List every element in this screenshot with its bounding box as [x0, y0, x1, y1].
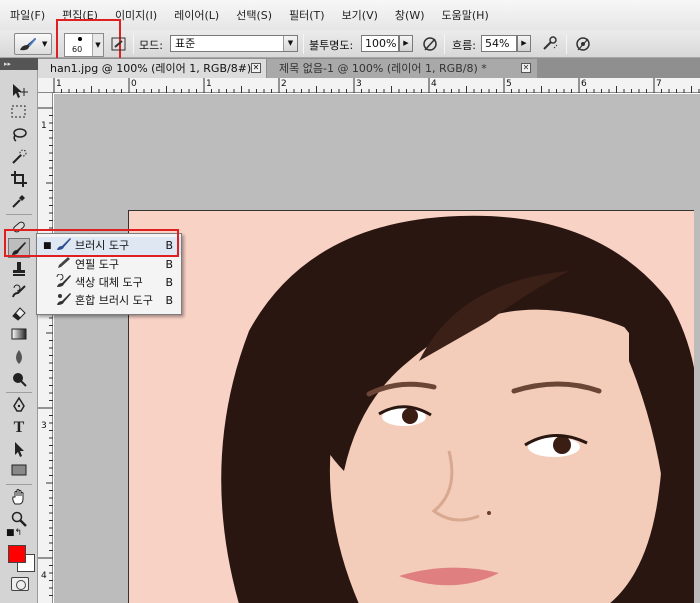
- menu-help[interactable]: 도움말(H): [442, 7, 489, 23]
- flyout-item-mixer-brush-tool[interactable]: 혼합 브러시 도구 B: [37, 292, 181, 310]
- ruler-label: 5: [506, 79, 512, 89]
- ruler-label: 1: [41, 121, 47, 131]
- toolbox-separator: [6, 484, 32, 485]
- ruler-label: 2: [281, 79, 287, 89]
- ruler-label: 6: [581, 79, 587, 89]
- ruler-label: 1: [56, 79, 62, 89]
- ruler-ticks: [53, 78, 700, 93]
- tab-title: han1.jpg @ 100% (레이어 1, RGB/8#) *: [50, 62, 261, 75]
- brush-icon: [20, 38, 36, 51]
- move-tool-icon[interactable]: [8, 82, 30, 102]
- ruler-label: 3: [41, 421, 47, 431]
- pen-tool-icon[interactable]: [8, 396, 30, 416]
- default-colors-icon[interactable]: ■↰: [6, 528, 22, 538]
- tab-untitled-1[interactable]: 제목 없음-1 @ 100% (레이어 1, RGB/8) * ✕: [267, 59, 537, 78]
- flow-label: 흐름:: [452, 39, 476, 52]
- mode-value: 표준: [175, 37, 196, 50]
- eyedropper-tool-icon[interactable]: [8, 192, 30, 212]
- hand-tool-icon[interactable]: [8, 488, 30, 508]
- mixer-brush-icon: [55, 292, 73, 312]
- mode-select[interactable]: 표준 ▼: [170, 35, 298, 52]
- horizontal-ruler: 1 0 1 2 3 4 5 6 7: [38, 78, 700, 93]
- pressure-size-icon[interactable]: [574, 35, 592, 53]
- menu-file[interactable]: 파일(F): [10, 7, 45, 23]
- rectangle-tool-icon[interactable]: [8, 462, 30, 482]
- path-selection-tool-icon[interactable]: [8, 440, 30, 460]
- flow-value: 54%: [485, 37, 510, 50]
- opacity-value: 100%: [365, 37, 397, 50]
- flyout-item-color-replacement-tool[interactable]: 색상 대체 도구 B: [37, 273, 181, 294]
- menu-layer[interactable]: 레이어(L): [174, 7, 219, 23]
- menu-image[interactable]: 이미지(I): [115, 7, 157, 23]
- tab-title: 제목 없음-1 @ 100% (레이어 1, RGB/8) *: [279, 62, 487, 75]
- ruler-label: 1: [206, 79, 212, 89]
- tool-preset-picker[interactable]: ▼: [14, 33, 52, 55]
- marquee-tool-icon[interactable]: [8, 104, 30, 124]
- menu-filter[interactable]: 필터(T): [289, 7, 325, 23]
- chevron-down-icon: ▼: [283, 36, 297, 51]
- separator: [303, 34, 304, 54]
- flow-slider-button[interactable]: ▶: [517, 35, 531, 52]
- pencil-icon: [55, 256, 73, 276]
- portrait-photo: [129, 211, 694, 603]
- mode-label: 모드:: [139, 39, 163, 52]
- blur-tool-icon[interactable]: [8, 348, 30, 368]
- vertical-ruler: 1 2 3 4: [38, 93, 53, 603]
- flyout-item-shortcut: B: [165, 294, 173, 307]
- toolbox: ▸▸ T ■↰: [0, 58, 38, 603]
- brush-panel-toggle-icon[interactable]: [111, 36, 127, 52]
- pressure-opacity-icon[interactable]: [421, 35, 439, 53]
- toolbox-separator: [6, 392, 32, 393]
- ruler-label: 4: [41, 571, 47, 581]
- quick-mask-icon[interactable]: [11, 577, 29, 591]
- eraser-tool-icon[interactable]: [8, 304, 30, 324]
- airbrush-icon[interactable]: [541, 35, 559, 53]
- flyout-item-pencil-tool[interactable]: 연필 도구 B: [37, 256, 181, 274]
- close-icon[interactable]: ✕: [521, 63, 531, 73]
- menu-view[interactable]: 보기(V): [342, 7, 378, 23]
- toolbox-grip-icon[interactable]: ▸▸: [0, 58, 38, 70]
- dodge-tool-icon[interactable]: [8, 370, 30, 390]
- opacity-field[interactable]: 100%: [361, 35, 399, 52]
- history-brush-tool-icon[interactable]: [8, 282, 30, 302]
- ruler-label: 3: [356, 79, 362, 89]
- ruler-label: 0: [131, 79, 137, 89]
- ruler-label: 4: [431, 79, 437, 89]
- zoom-tool-icon[interactable]: [8, 510, 30, 530]
- highlight-box-brush-tool: [4, 229, 179, 257]
- document-tabs: han1.jpg @ 100% (레이어 1, RGB/8#) * ✕ 제목 없…: [38, 58, 700, 78]
- flow-field[interactable]: 54%: [481, 35, 517, 52]
- opacity-label: 불투명도:: [309, 39, 354, 52]
- flyout-item-label: 연필 도구: [75, 258, 119, 271]
- clone-stamp-tool-icon[interactable]: [8, 260, 30, 280]
- toolbox-separator: [6, 214, 32, 215]
- chevron-down-icon: ▼: [42, 40, 48, 48]
- opacity-slider-button[interactable]: ▶: [399, 35, 413, 52]
- flyout-item-label: 색상 대체 도구: [75, 276, 143, 289]
- color-replacement-icon: [55, 273, 73, 294]
- lasso-tool-icon[interactable]: [8, 126, 30, 146]
- ruler-label: 7: [656, 79, 662, 89]
- gradient-tool-icon[interactable]: [8, 326, 30, 346]
- foreground-color-swatch[interactable]: [8, 545, 26, 563]
- close-icon[interactable]: ✕: [251, 63, 261, 73]
- flyout-item-shortcut: B: [165, 276, 173, 289]
- menu-select[interactable]: 선택(S): [236, 7, 272, 23]
- type-tool-icon[interactable]: T: [8, 418, 30, 438]
- options-bar: ▼ 60 ▼ 모드: 표준 ▼ 불투명도: 100% ▶ 흐름: 54% ▶: [0, 19, 700, 60]
- menu-window[interactable]: 창(W): [395, 7, 425, 23]
- crop-tool-icon[interactable]: [8, 170, 30, 190]
- ruler-ticks: [38, 107, 53, 596]
- flyout-item-label: 혼합 브러시 도구: [75, 294, 153, 307]
- flyout-item-shortcut: B: [165, 258, 173, 271]
- quick-selection-tool-icon[interactable]: [8, 148, 30, 168]
- tab-han1[interactable]: han1.jpg @ 100% (레이어 1, RGB/8#) * ✕: [38, 59, 266, 78]
- separator: [566, 34, 567, 54]
- canvas-photo[interactable]: [128, 210, 694, 603]
- separator: [444, 34, 445, 54]
- separator: [133, 34, 134, 54]
